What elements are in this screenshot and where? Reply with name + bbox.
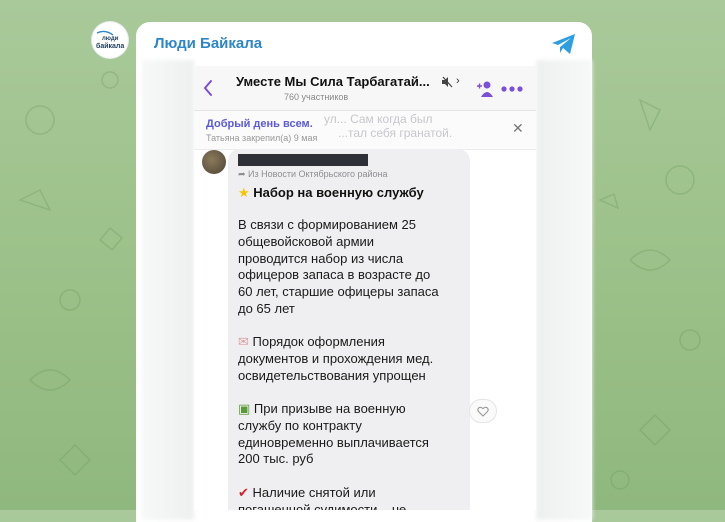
money-emoji-icon: ▣ [238,401,254,416]
back-chevron-icon[interactable] [200,78,216,98]
member-count: 760 участников [284,92,349,102]
chevron-right-icon[interactable]: › [456,75,460,87]
pinned-title: Добрый день всем. [206,118,313,130]
blurred-edge-left [142,60,194,520]
more-options-icon[interactable] [501,86,523,92]
pinned-ghost-text: ул... Сам когда был [324,112,433,126]
channel-name[interactable]: Люди Байкала [154,35,262,52]
reaction-button[interactable] [470,400,496,422]
telegram-icon[interactable] [551,33,577,55]
redacted-sender-name [238,154,368,166]
close-icon[interactable]: ✕ [512,120,524,137]
message-bubble: ➦ Из Новости Октябрьского района ★ Набор… [228,149,470,510]
channel-avatar[interactable]: люди байкала [92,22,128,58]
blurred-edge-right [536,60,592,520]
forward-arrow-icon: ➦ [238,169,249,179]
forwarded-from-label[interactable]: ➦ Из Новости Октябрьского района [238,169,388,180]
muted-speaker-icon [442,76,453,88]
channel-logo: люди байкала [96,30,124,50]
forwarded-screenshot: Уместе Мы Сила Тарбагатай... › 760 участ… [194,66,536,510]
message-paragraph: ✔ Наличие снятой или погашенной судимост… [238,485,407,510]
message-paragraph: В связи с формированием 25 общевойсковой… [238,217,439,316]
svg-text:люди: люди [102,36,119,42]
checkmark-emoji-icon: ✔ [238,485,253,500]
svg-text:байкала: байкала [96,42,124,50]
star-emoji-icon: ★ [238,185,250,200]
message-paragraph: ✉ Порядок оформления документов и прохож… [238,334,434,383]
pinned-ghost-text: ...тал себя гранатой. [338,126,453,140]
group-title[interactable]: Уместе Мы Сила Тарбагатай... [236,74,430,89]
envelope-emoji-icon: ✉ [238,334,253,349]
sender-avatar[interactable] [202,150,226,174]
heart-icon [477,406,489,417]
pinned-subtitle: Татьяна закрепил(а) 9 мая [206,133,318,143]
message-heading: ★ Набор на военную службу [238,185,424,200]
add-member-icon[interactable] [476,80,494,98]
message-paragraph: ▣ При призыве на военную службу по контр… [238,401,429,467]
pinned-message-bar[interactable]: ул... Сам когда был ...тал себя гранатой… [194,111,536,150]
group-header: Уместе Мы Сила Тарбагатай... › 760 участ… [194,66,536,111]
